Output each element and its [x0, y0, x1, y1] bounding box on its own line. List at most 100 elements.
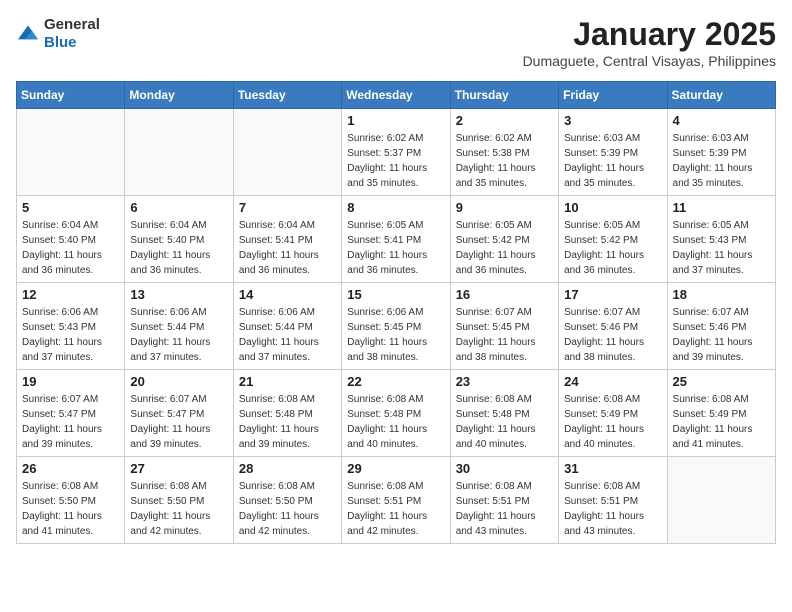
day-number: 9: [456, 200, 553, 215]
calendar: SundayMondayTuesdayWednesdayThursdayFrid…: [16, 81, 776, 544]
calendar-cell: 24Sunrise: 6:08 AMSunset: 5:49 PMDayligh…: [559, 370, 667, 457]
day-info: Sunrise: 6:08 AMSunset: 5:48 PMDaylight:…: [456, 392, 553, 452]
day-info: Sunrise: 6:03 AMSunset: 5:39 PMDaylight:…: [564, 131, 661, 191]
day-number: 14: [239, 287, 336, 302]
day-info: Sunrise: 6:08 AMSunset: 5:48 PMDaylight:…: [239, 392, 336, 452]
day-info: Sunrise: 6:04 AMSunset: 5:40 PMDaylight:…: [130, 218, 227, 278]
calendar-cell: 30Sunrise: 6:08 AMSunset: 5:51 PMDayligh…: [450, 457, 558, 544]
day-number: 29: [347, 461, 444, 476]
day-info: Sunrise: 6:08 AMSunset: 5:50 PMDaylight:…: [22, 479, 119, 539]
day-info: Sunrise: 6:06 AMSunset: 5:44 PMDaylight:…: [239, 305, 336, 365]
day-number: 8: [347, 200, 444, 215]
day-number: 26: [22, 461, 119, 476]
day-info: Sunrise: 6:04 AMSunset: 5:41 PMDaylight:…: [239, 218, 336, 278]
calendar-cell: [233, 109, 341, 196]
day-info: Sunrise: 6:08 AMSunset: 5:51 PMDaylight:…: [347, 479, 444, 539]
day-info: Sunrise: 6:02 AMSunset: 5:37 PMDaylight:…: [347, 131, 444, 191]
day-number: 18: [673, 287, 770, 302]
day-info: Sunrise: 6:07 AMSunset: 5:45 PMDaylight:…: [456, 305, 553, 365]
day-info: Sunrise: 6:05 AMSunset: 5:42 PMDaylight:…: [456, 218, 553, 278]
calendar-cell: 5 Sunrise: 6:04 AMSunset: 5:40 PMDaylight…: [17, 196, 125, 283]
day-number: 4: [673, 113, 770, 128]
day-info: Sunrise: 6:06 AMSunset: 5:43 PMDaylight:…: [22, 305, 119, 365]
day-number: 31: [564, 461, 661, 476]
weekday-header-monday: Monday: [125, 82, 233, 109]
calendar-cell: [667, 457, 775, 544]
day-number: 11: [673, 200, 770, 215]
day-info: Sunrise: 6:08 AMSunset: 5:50 PMDaylight:…: [130, 479, 227, 539]
week-row-3: 12 Sunrise: 6:06 AMSunset: 5:43 PMDayligh…: [17, 283, 776, 370]
calendar-cell: [125, 109, 233, 196]
calendar-cell: 6 Sunrise: 6:04 AMSunset: 5:40 PMDaylight…: [125, 196, 233, 283]
calendar-cell: 21Sunrise: 6:08 AMSunset: 5:48 PMDayligh…: [233, 370, 341, 457]
day-number: 19: [22, 374, 119, 389]
calendar-cell: 23 Sunrise: 6:08 AMSunset: 5:48 PMDayligh…: [450, 370, 558, 457]
day-info: Sunrise: 6:04 AMSunset: 5:40 PMDaylight:…: [22, 218, 119, 278]
week-row-4: 19Sunrise: 6:07 AMSunset: 5:47 PMDayligh…: [17, 370, 776, 457]
weekday-header-row: SundayMondayTuesdayWednesdayThursdayFrid…: [17, 82, 776, 109]
day-number: 5: [22, 200, 119, 215]
logo-text-blue: Blue: [44, 34, 77, 51]
day-info: Sunrise: 6:08 AMSunset: 5:50 PMDaylight:…: [239, 479, 336, 539]
day-info: Sunrise: 6:06 AMSunset: 5:45 PMDaylight:…: [347, 305, 444, 365]
calendar-cell: 11 Sunrise: 6:05 AMSunset: 5:43 PMDayligh…: [667, 196, 775, 283]
day-number: 22: [347, 374, 444, 389]
day-info: Sunrise: 6:08 AMSunset: 5:51 PMDaylight:…: [564, 479, 661, 539]
day-number: 25: [673, 374, 770, 389]
logo-text-general: General: [44, 16, 100, 33]
day-info: Sunrise: 6:08 AMSunset: 5:49 PMDaylight:…: [673, 392, 770, 452]
day-info: Sunrise: 6:07 AMSunset: 5:46 PMDaylight:…: [564, 305, 661, 365]
calendar-cell: 27 Sunrise: 6:08 AMSunset: 5:50 PMDayligh…: [125, 457, 233, 544]
day-number: 17: [564, 287, 661, 302]
weekday-header-thursday: Thursday: [450, 82, 558, 109]
day-number: 27: [130, 461, 227, 476]
logo-icon: [16, 24, 40, 44]
day-info: Sunrise: 6:07 AMSunset: 5:46 PMDaylight:…: [673, 305, 770, 365]
calendar-cell: 16 Sunrise: 6:07 AMSunset: 5:45 PMDayligh…: [450, 283, 558, 370]
day-info: Sunrise: 6:06 AMSunset: 5:44 PMDaylight:…: [130, 305, 227, 365]
weekday-header-saturday: Saturday: [667, 82, 775, 109]
calendar-cell: 10Sunrise: 6:05 AMSunset: 5:42 PMDayligh…: [559, 196, 667, 283]
day-info: Sunrise: 6:03 AMSunset: 5:39 PMDaylight:…: [673, 131, 770, 191]
calendar-cell: 28 Sunrise: 6:08 AMSunset: 5:50 PMDayligh…: [233, 457, 341, 544]
calendar-cell: 18 Sunrise: 6:07 AMSunset: 5:46 PMDayligh…: [667, 283, 775, 370]
day-number: 30: [456, 461, 553, 476]
day-number: 28: [239, 461, 336, 476]
day-info: Sunrise: 6:05 AMSunset: 5:42 PMDaylight:…: [564, 218, 661, 278]
month-title: January 2025: [523, 16, 776, 53]
weekday-header-sunday: Sunday: [17, 82, 125, 109]
calendar-cell: 20Sunrise: 6:07 AMSunset: 5:47 PMDayligh…: [125, 370, 233, 457]
day-number: 23: [456, 374, 553, 389]
title-area: January 2025 Dumaguete, Central Visayas,…: [523, 16, 776, 69]
day-info: Sunrise: 6:08 AMSunset: 5:48 PMDaylight:…: [347, 392, 444, 452]
day-info: Sunrise: 6:08 AMSunset: 5:49 PMDaylight:…: [564, 392, 661, 452]
calendar-cell: 2 Sunrise: 6:02 AMSunset: 5:38 PMDaylight…: [450, 109, 558, 196]
location-title: Dumaguete, Central Visayas, Philippines: [523, 53, 776, 69]
day-number: 3: [564, 113, 661, 128]
day-number: 2: [456, 113, 553, 128]
weekday-header-wednesday: Wednesday: [342, 82, 450, 109]
weekday-header-friday: Friday: [559, 82, 667, 109]
day-number: 1: [347, 113, 444, 128]
day-number: 20: [130, 374, 227, 389]
calendar-cell: 13Sunrise: 6:06 AMSunset: 5:44 PMDayligh…: [125, 283, 233, 370]
calendar-cell: 26 Sunrise: 6:08 AMSunset: 5:50 PMDayligh…: [17, 457, 125, 544]
calendar-cell: 3 Sunrise: 6:03 AMSunset: 5:39 PMDaylight…: [559, 109, 667, 196]
header: General Blue January 2025 Dumaguete, Cen…: [16, 16, 776, 69]
calendar-cell: 8Sunrise: 6:05 AMSunset: 5:41 PMDaylight…: [342, 196, 450, 283]
day-info: Sunrise: 6:02 AMSunset: 5:38 PMDaylight:…: [456, 131, 553, 191]
day-number: 16: [456, 287, 553, 302]
calendar-cell: 1 Sunrise: 6:02 AMSunset: 5:37 PMDaylight…: [342, 109, 450, 196]
calendar-cell: 25 Sunrise: 6:08 AMSunset: 5:49 PMDayligh…: [667, 370, 775, 457]
calendar-cell: 31 Sunrise: 6:08 AMSunset: 5:51 PMDayligh…: [559, 457, 667, 544]
calendar-cell: 29 Sunrise: 6:08 AMSunset: 5:51 PMDayligh…: [342, 457, 450, 544]
day-number: 12: [22, 287, 119, 302]
day-info: Sunrise: 6:05 AMSunset: 5:43 PMDaylight:…: [673, 218, 770, 278]
week-row-2: 5 Sunrise: 6:04 AMSunset: 5:40 PMDaylight…: [17, 196, 776, 283]
day-number: 6: [130, 200, 227, 215]
week-row-5: 26 Sunrise: 6:08 AMSunset: 5:50 PMDayligh…: [17, 457, 776, 544]
calendar-cell: 15Sunrise: 6:06 AMSunset: 5:45 PMDayligh…: [342, 283, 450, 370]
weekday-header-tuesday: Tuesday: [233, 82, 341, 109]
calendar-cell: 4 Sunrise: 6:03 AMSunset: 5:39 PMDaylight…: [667, 109, 775, 196]
calendar-cell: 7Sunrise: 6:04 AMSunset: 5:41 PMDaylight…: [233, 196, 341, 283]
